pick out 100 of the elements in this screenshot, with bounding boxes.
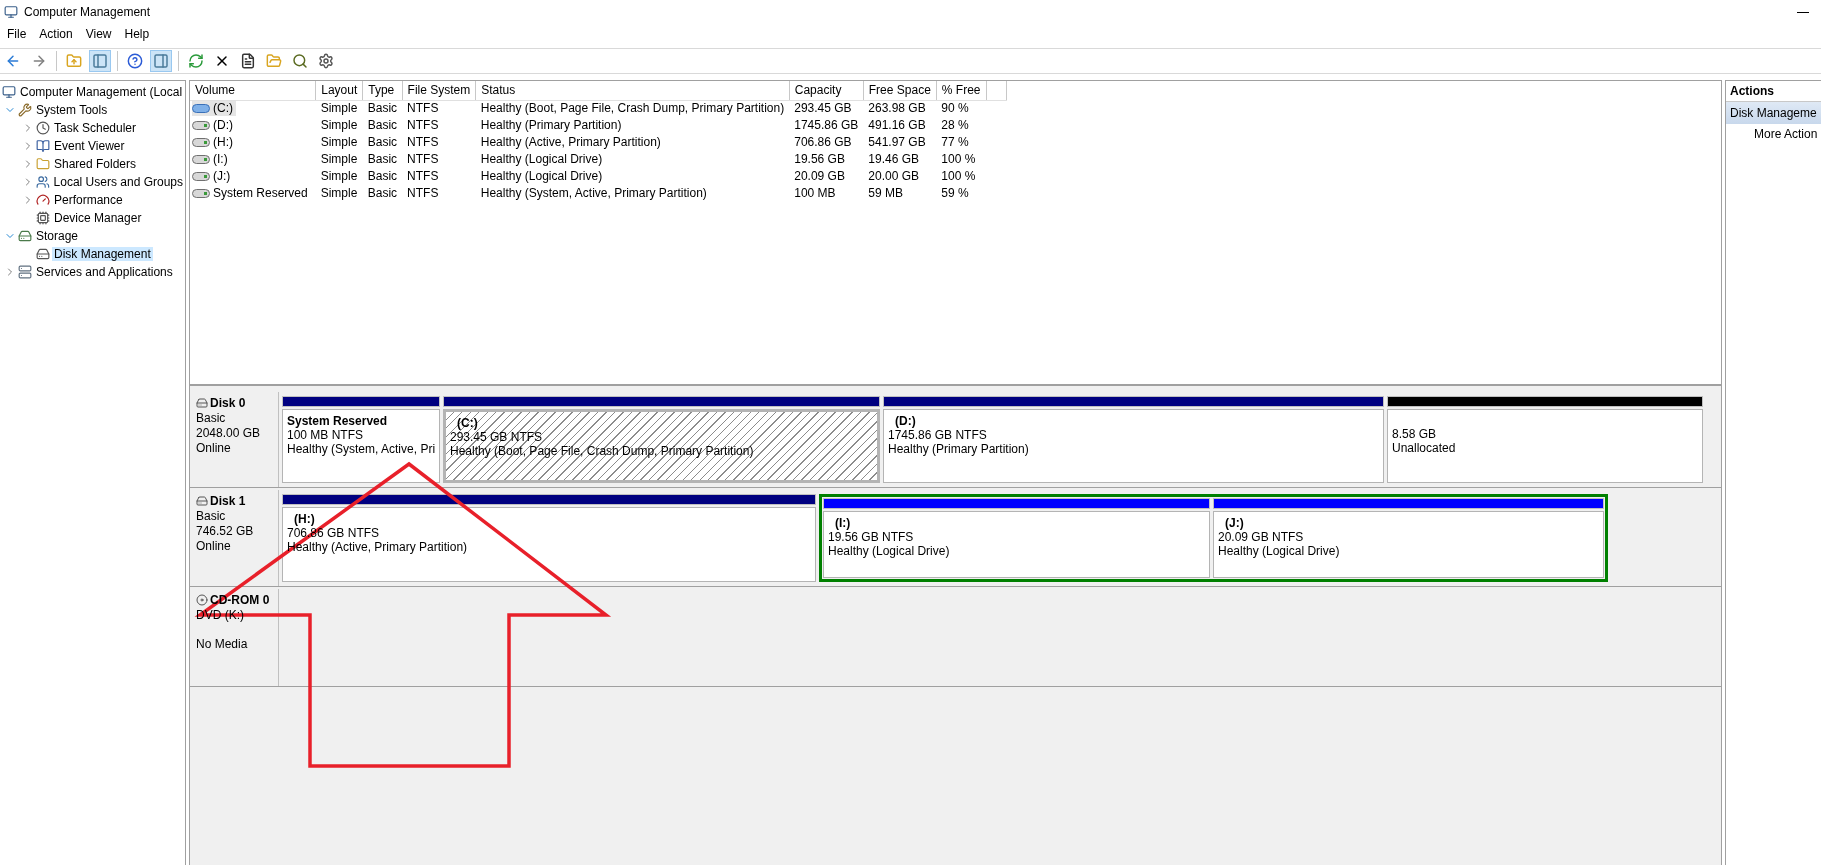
folder-icon bbox=[266, 53, 282, 69]
minimize-button[interactable] bbox=[1797, 11, 1809, 13]
table-cell-text: NTFS bbox=[406, 151, 440, 168]
partition-size: 293.45 GB NTFS bbox=[450, 430, 543, 444]
tree-item[interactable]: Performance bbox=[52, 193, 125, 207]
menu-item[interactable]: Help bbox=[119, 27, 158, 41]
table-cell-text: Basic bbox=[366, 151, 399, 168]
table-cell-text: Simple bbox=[319, 185, 359, 202]
partition-status: Healthy (Logical Drive) bbox=[1218, 544, 1340, 558]
window-title: Computer Management bbox=[24, 5, 152, 19]
help-icon bbox=[127, 53, 143, 69]
tree-item[interactable]: Device Manager bbox=[52, 211, 144, 225]
disk-info: No Media bbox=[196, 637, 248, 651]
partition-box[interactable]: System Reserved 100 MB NTFS Healthy (System, Active, Pri bbox=[282, 409, 440, 483]
partition-box[interactable]: (C:) 293.45 GB NTFS Healthy (Boot, Page File, Crash Dump, Primary Partition) bbox=[443, 409, 880, 483]
menu-item[interactable]: File bbox=[2, 27, 35, 41]
partition-box[interactable]: (D:) 1745.86 GB NTFS Healthy (Primary Partition) bbox=[883, 409, 1384, 483]
drive-entry[interactable]: (I:) bbox=[192, 151, 231, 167]
partition-status: Healthy (Logical Drive) bbox=[828, 544, 950, 558]
server-icon bbox=[18, 265, 32, 279]
partition-size: 100 MB NTFS bbox=[287, 428, 364, 442]
table-cell: 263.98 GB bbox=[863, 100, 937, 117]
drive-icon bbox=[196, 495, 208, 507]
drive-entry[interactable]: (J:) bbox=[192, 168, 234, 184]
right-panel-icon bbox=[153, 53, 169, 69]
disk-info: Basic bbox=[196, 411, 226, 425]
action-link[interactable]: More Action bbox=[1726, 124, 1821, 144]
table-cell-text: Healthy (Active, Primary Partition) bbox=[479, 134, 662, 151]
partition-status: Healthy (System, Active, Pri bbox=[287, 442, 436, 456]
table-cell-text: Healthy (System, Active, Primary Partition) bbox=[479, 185, 708, 202]
table-cell: Basic bbox=[362, 100, 403, 117]
menu-item[interactable]: View bbox=[80, 27, 120, 41]
column-header[interactable]: Layout bbox=[315, 81, 363, 100]
table-cell: 293.45 GB bbox=[789, 100, 864, 117]
column-header[interactable]: Capacity bbox=[789, 81, 864, 100]
table-cell-text: Simple bbox=[319, 134, 359, 151]
table-cell-text: 20.00 GB bbox=[867, 168, 920, 185]
drive-entry[interactable]: (H:) bbox=[192, 134, 236, 150]
column-header[interactable]: Type bbox=[362, 81, 403, 100]
disk-info: Basic bbox=[196, 509, 226, 523]
tree-item[interactable]: System Tools bbox=[34, 103, 110, 117]
column-header[interactable]: Volume bbox=[190, 81, 316, 100]
partition-box[interactable]: (I:) 19.56 GB NTFS Healthy (Logical Drive) bbox=[823, 511, 1210, 578]
table-cell: Healthy (Boot, Page File, Crash Dump, Primary Partition) bbox=[475, 100, 790, 117]
disk-name: Disk 1 bbox=[196, 494, 272, 508]
table-cell-text: 1745.86 GB bbox=[793, 117, 860, 134]
users-icon bbox=[35, 175, 50, 189]
disk-info: Online bbox=[196, 441, 231, 455]
table-cell-text: 77 % bbox=[940, 134, 970, 151]
partition-size: 1745.86 GB NTFS bbox=[888, 428, 987, 442]
drive-entry[interactable]: System Reserved bbox=[192, 185, 311, 201]
partition-size: 20.09 GB NTFS bbox=[1218, 530, 1304, 544]
tree-item[interactable]: Local Users and Groups bbox=[51, 175, 185, 189]
table-cell-text: 706.86 GB bbox=[793, 134, 853, 151]
disk-info: Online bbox=[196, 539, 231, 553]
chip-icon bbox=[36, 211, 50, 225]
table-cell-text: NTFS bbox=[406, 168, 440, 185]
column-header[interactable]: Free Space bbox=[863, 81, 937, 100]
tree-item[interactable]: Disk Management bbox=[52, 247, 153, 261]
drive-icon bbox=[196, 397, 208, 409]
partition-label: System Reserved bbox=[287, 414, 389, 428]
table-cell: NTFS bbox=[402, 100, 476, 117]
partition-size: 19.56 GB NTFS bbox=[828, 530, 914, 544]
table-cell-text: 59 % bbox=[940, 185, 970, 202]
tree-item[interactable]: Shared Folders bbox=[52, 157, 139, 171]
left-panel-icon bbox=[92, 53, 108, 69]
table-cell: 90 % bbox=[936, 100, 986, 117]
drive-entry[interactable]: (D:) bbox=[192, 117, 236, 133]
table-cell-text: Simple bbox=[319, 168, 359, 185]
table-cell-text: 59 MB bbox=[867, 185, 904, 202]
pane-button[interactable] bbox=[150, 50, 172, 72]
table-cell-text: Basic bbox=[366, 168, 399, 185]
table-cell-text: Healthy (Logical Drive) bbox=[479, 151, 604, 168]
gear-icon bbox=[318, 53, 334, 69]
partition-box[interactable]: 8.58 GB Unallocated bbox=[1387, 409, 1703, 483]
column-header[interactable]: File System bbox=[402, 81, 476, 100]
table-cell-text: NTFS bbox=[406, 134, 440, 151]
tree-item[interactable]: Computer Management (Local bbox=[18, 85, 185, 99]
app-icon bbox=[4, 5, 18, 19]
tree-item[interactable]: Services and Applications bbox=[34, 265, 175, 279]
table-cell-text: Healthy (Logical Drive) bbox=[479, 168, 604, 185]
tree-item[interactable]: Storage bbox=[34, 229, 81, 243]
actions-section[interactable]: Disk Manageme bbox=[1726, 102, 1821, 124]
menu-item[interactable]: Action bbox=[34, 27, 81, 41]
partition-box[interactable]: (J:) 20.09 GB NTFS Healthy (Logical Drive) bbox=[1213, 511, 1604, 578]
table-cell-text: NTFS bbox=[406, 117, 440, 134]
book-icon bbox=[36, 139, 50, 153]
table-cell-text: 100 MB bbox=[793, 185, 837, 202]
column-header[interactable]: Status bbox=[475, 81, 790, 100]
column-header[interactable]: % Free bbox=[936, 81, 986, 100]
partition-label: (J:) bbox=[1224, 516, 1245, 530]
tree-button[interactable] bbox=[89, 50, 111, 72]
partition-status: Healthy (Primary Partition) bbox=[888, 442, 1029, 456]
tree-item[interactable]: Event Viewer bbox=[52, 139, 127, 153]
disc-icon bbox=[196, 594, 208, 606]
table-cell-text: 100 % bbox=[940, 151, 977, 168]
tree-item[interactable]: Task Scheduler bbox=[52, 121, 139, 135]
table-cell: Simple bbox=[315, 100, 363, 117]
document-icon bbox=[240, 53, 256, 69]
close-icon bbox=[214, 53, 230, 69]
